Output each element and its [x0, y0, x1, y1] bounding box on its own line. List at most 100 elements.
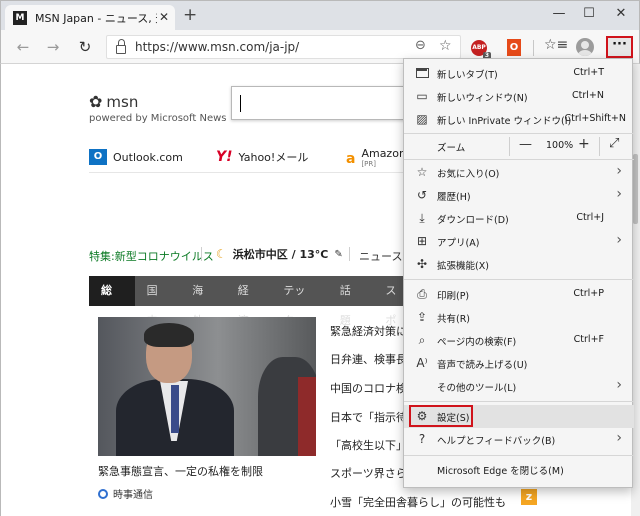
- nav-tab-world[interactable]: 海外: [180, 276, 226, 327]
- headline-link[interactable]: 「高校生以下」等: [330, 437, 408, 453]
- zoom-in-button[interactable]: +: [578, 136, 590, 152]
- menu-item-apps[interactable]: ⊞ アプリ(A) ›: [404, 230, 634, 253]
- maximize-button[interactable]: ☐: [579, 6, 599, 21]
- menu-label: Microsoft Edge を閉じる(M): [437, 466, 564, 477]
- menu-item-help[interactable]: ? ヘルプとフィードバック(B) ›: [404, 428, 634, 451]
- menu-label: 新しい InPrivate ウィンドウ(I): [437, 116, 572, 127]
- menu-item-extensions[interactable]: ✣ 拡張機能(X): [404, 253, 634, 276]
- new-tab-button[interactable]: +: [183, 6, 197, 24]
- quicklink-label: Yahoo!メール: [238, 151, 309, 164]
- share-icon: ⇪: [416, 310, 428, 324]
- address-bar[interactable]: https://www.msn.com/ja-jp/ ⊖ ☆: [106, 35, 461, 59]
- quicklink-amazon[interactable]: a Amazon [PR]: [346, 148, 406, 169]
- submenu-arrow-icon: ›: [616, 377, 622, 393]
- search-input[interactable]: [231, 86, 411, 120]
- edit-location-icon[interactable]: ✎: [334, 249, 342, 260]
- submenu-arrow-icon: ›: [616, 163, 622, 179]
- menu-divider: [404, 401, 634, 402]
- quicklink-yahoo[interactable]: Y! Yahoo!メール: [216, 149, 308, 165]
- add-favorite-icon[interactable]: ☆: [439, 38, 452, 54]
- menu-shortcut: Ctrl+J: [576, 212, 604, 223]
- headline-link[interactable]: 緊急経済対策に: [330, 323, 408, 339]
- source-name: 時事通信: [113, 490, 153, 501]
- menu-label: ダウンロード(D): [437, 215, 509, 226]
- menu-divider: [404, 279, 634, 280]
- menu-item-history[interactable]: ↺ 履歴(H) ›: [404, 184, 634, 207]
- adblock-extension-icon[interactable]: ABP 3: [471, 40, 491, 60]
- settings-highlight: [409, 405, 473, 427]
- menu-item-more-tools[interactable]: その他のツール(L) ›: [404, 375, 634, 398]
- headline-link[interactable]: スポーツ界さらに: [330, 465, 408, 481]
- menu-item-print[interactable]: ⎙ 印刷(P) Ctrl+P: [404, 283, 634, 306]
- menu-label: 新しいタブ(T): [437, 70, 498, 81]
- amazon-icon: a: [346, 151, 356, 167]
- help-icon: ?: [418, 432, 426, 446]
- nav-tab-economy[interactable]: 経済: [226, 276, 272, 327]
- main-news-caption[interactable]: 緊急事態宣言、一定の私権を制限: [98, 463, 263, 479]
- close-tab-icon[interactable]: ✕: [159, 10, 169, 24]
- find-icon: ⌕: [418, 333, 426, 347]
- menu-item-new-window[interactable]: ▭ 新しいウィンドウ(N) Ctrl+N: [404, 85, 634, 108]
- nav-tab-topics[interactable]: 話題: [328, 276, 374, 327]
- back-button[interactable]: ←: [13, 38, 33, 56]
- menu-label: 音声で読み上げる(U): [437, 360, 528, 371]
- fullscreen-icon[interactable]: ⤢: [609, 136, 619, 151]
- menu-item-favorites[interactable]: ☆ お気に入り(O) ›: [404, 161, 634, 184]
- profile-avatar[interactable]: [576, 38, 594, 56]
- menu-item-share[interactable]: ⇪ 共有(R): [404, 306, 634, 329]
- close-window-button[interactable]: ✕: [611, 6, 631, 21]
- url-text[interactable]: https://www.msn.com/ja-jp/: [135, 40, 299, 54]
- headline-link[interactable]: 日弁連、検事長定: [330, 351, 408, 367]
- menu-item-find[interactable]: ⌕ ページ内の検索(F) Ctrl+F: [404, 329, 634, 352]
- forward-button[interactable]: →: [43, 38, 63, 56]
- headline-link[interactable]: 日本で「指示待ち: [330, 409, 408, 425]
- msn-logo-text: msn: [106, 92, 139, 111]
- inprivate-icon: ▨: [416, 112, 428, 126]
- butterfly-icon: ✿: [89, 92, 103, 111]
- refresh-button[interactable]: ↻: [75, 38, 95, 56]
- menu-item-zoom: ズーム — 100% + ⤢: [404, 135, 634, 158]
- moon-icon: ☾: [216, 247, 227, 261]
- menu-item-inprivate[interactable]: ▨ 新しい InPrivate ウィンドウ(I) Ctrl+Shift+N: [404, 108, 634, 131]
- menu-item-read-aloud[interactable]: A⁾ 音声で読み上げる(U): [404, 352, 634, 375]
- quicklink-outlook[interactable]: O Outlook.com: [89, 149, 183, 165]
- nav-tab-tech[interactable]: テック: [271, 276, 327, 327]
- settings-and-more-menu: 新しいタブ(T) Ctrl+T ▭ 新しいウィンドウ(N) Ctrl+N ▨ 新…: [403, 58, 634, 488]
- nav-tab-domestic[interactable]: 国内: [135, 276, 181, 327]
- toolbar-divider: [533, 40, 534, 56]
- zoom-indicator-icon[interactable]: ⊖: [415, 38, 426, 53]
- category-nav: 総合 国内 海外 経済 テック 話題 スポ: [89, 276, 419, 327]
- news-link[interactable]: ニュース: [359, 248, 402, 264]
- weather-widget[interactable]: ☾ 浜松市中区 / 13°C ✎: [216, 246, 343, 262]
- menu-divider: [404, 159, 634, 160]
- divider: [349, 247, 350, 261]
- zoom-out-button[interactable]: —: [519, 137, 532, 152]
- menu-label: ヘルプとフィードバック(B): [437, 436, 556, 447]
- settings-and-more-button[interactable]: ···: [606, 36, 633, 58]
- msn-logo[interactable]: ✿ msn: [89, 92, 138, 111]
- menu-item-close-edge[interactable]: Microsoft Edge を閉じる(M): [404, 458, 634, 481]
- main-news-photo[interactable]: [98, 317, 316, 456]
- menu-divider: [404, 133, 634, 134]
- new-window-icon: ▭: [416, 89, 428, 103]
- menu-label: ページ内の検索(F): [437, 337, 517, 348]
- favorites-hub-icon[interactable]: ☆≡: [544, 37, 568, 53]
- submenu-arrow-icon: ›: [616, 186, 622, 202]
- yahoo-icon: Y!: [216, 149, 233, 165]
- covid-feature-link[interactable]: 特集:新型コロナウイルス: [89, 248, 214, 264]
- weather-city: 浜松市中区 / 13°C: [232, 248, 329, 261]
- headline-link[interactable]: 中国のコロナ検査: [330, 380, 408, 396]
- menu-item-downloads[interactable]: ⤓ ダウンロード(D) Ctrl+J: [404, 207, 634, 230]
- headline-link[interactable]: 小雪「完全田舎暮らし」の可能性も: [330, 494, 506, 510]
- minimize-button[interactable]: —: [549, 6, 569, 21]
- menu-item-new-tab[interactable]: 新しいタブ(T) Ctrl+T: [404, 62, 634, 85]
- apps-icon: ⊞: [416, 234, 428, 248]
- download-icon: ⤓: [419, 211, 425, 225]
- browser-tab-msn[interactable]: M MSN Japan - ニュース, 天気, メール ( ✕: [5, 5, 175, 31]
- submenu-arrow-icon: ›: [616, 232, 622, 248]
- new-tab-icon: [414, 66, 430, 81]
- office-extension-icon[interactable]: O: [507, 39, 521, 56]
- nav-tab-general[interactable]: 総合: [89, 276, 135, 327]
- history-icon: ↺: [416, 188, 428, 202]
- menu-label: お気に入り(O): [437, 169, 500, 180]
